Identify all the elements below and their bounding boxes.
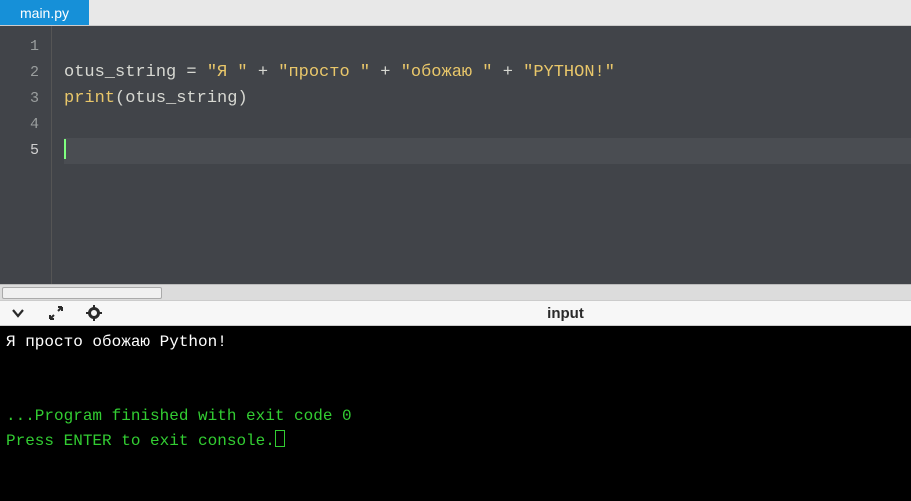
editor-cursor	[64, 139, 66, 159]
console-output[interactable]: Я просто обожаю Python! ...Program finis…	[0, 326, 911, 501]
console-line: Я просто обожаю Python!	[6, 333, 227, 351]
line-number: 5	[0, 138, 51, 164]
gear-icon[interactable]	[84, 303, 104, 323]
line-number: 1	[0, 34, 51, 60]
code-line: otus_string = "Я " + "просто " + "обожаю…	[64, 60, 911, 86]
file-tab-main[interactable]: main.py	[0, 0, 89, 25]
code-line: print(otus_string)	[64, 86, 911, 112]
console-prompt-line: Press ENTER to exit console.	[6, 432, 275, 450]
code-line	[64, 34, 911, 60]
line-number: 2	[0, 60, 51, 86]
code-area[interactable]: otus_string = "Я " + "просто " + "обожаю…	[52, 26, 911, 284]
expand-icon[interactable]	[46, 303, 66, 323]
chevron-down-icon[interactable]	[8, 303, 28, 323]
code-line-active	[64, 138, 911, 164]
panel-label: input	[547, 305, 584, 322]
code-editor[interactable]: 1 2 3 4 5 otus_string = "Я " + "просто "…	[0, 26, 911, 284]
code-line	[64, 112, 911, 138]
scrollbar-thumb[interactable]	[2, 287, 162, 299]
line-number: 3	[0, 86, 51, 112]
tab-bar: main.py	[0, 0, 911, 26]
line-number-gutter: 1 2 3 4 5	[0, 26, 52, 284]
console-toolbar: input	[0, 300, 911, 326]
console-status-line: ...Program finished with exit code 0	[6, 407, 352, 425]
tab-label: main.py	[20, 5, 69, 21]
line-number: 4	[0, 112, 51, 138]
horizontal-scrollbar[interactable]	[0, 284, 911, 300]
console-cursor	[275, 430, 285, 447]
